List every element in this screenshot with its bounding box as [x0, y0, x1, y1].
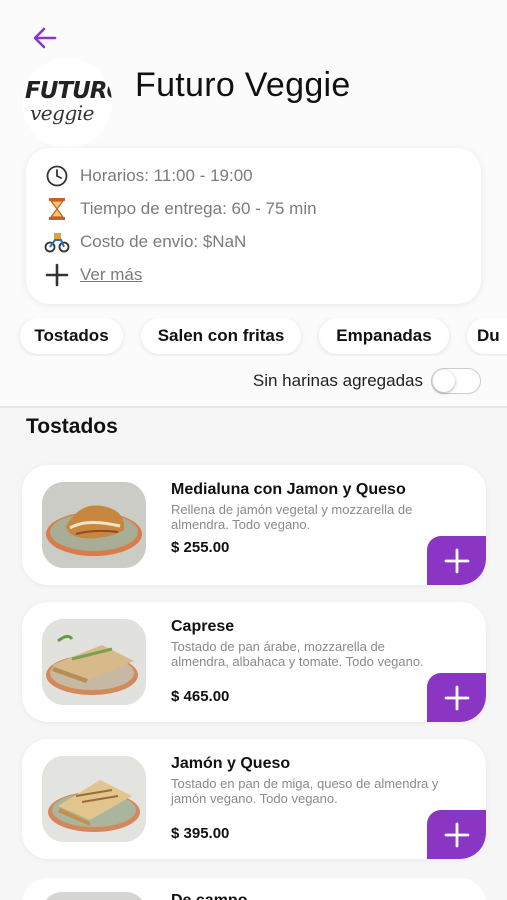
- product-description: Rellena de jamón vegetal y mozzarella de…: [171, 502, 413, 532]
- see-more-link[interactable]: Ver más: [80, 265, 142, 285]
- more-row[interactable]: Ver más: [44, 263, 142, 287]
- plus-icon: [444, 548, 469, 573]
- add-to-cart-button[interactable]: [427, 536, 486, 585]
- delivery-bike-icon: [44, 230, 70, 254]
- restaurant-logo: FUTURO veggie: [22, 58, 112, 148]
- category-chips: Tostados Salen con fritas Empanadas Du: [0, 318, 507, 356]
- chip-tostados[interactable]: Tostados: [20, 318, 123, 354]
- chip-empanadas[interactable]: Empanadas: [319, 318, 449, 354]
- filter-label: Sin harinas agregadas: [252, 371, 423, 390]
- back-button[interactable]: [30, 24, 60, 52]
- plus-icon: [444, 822, 469, 847]
- flour-filter: Sin harinas agregadas: [253, 368, 481, 394]
- product-name: Caprese: [171, 618, 235, 635]
- hours-row: Horarios: 11:00 - 19:00: [44, 164, 253, 188]
- product-price: $ 465.00: [171, 688, 230, 705]
- restaurant-name: Futuro Veggie: [135, 66, 351, 104]
- product-image: [42, 756, 146, 842]
- toggle-knob: [433, 370, 455, 392]
- section-title: Tostados: [26, 415, 118, 438]
- hours-text: Horarios: 11:00 - 19:00: [80, 166, 253, 185]
- product-image: [42, 619, 146, 705]
- product-image: [42, 892, 146, 900]
- filter-toggle[interactable]: [431, 368, 481, 394]
- product-image: [42, 482, 146, 568]
- logo-text-bottom: veggie: [30, 101, 94, 125]
- hourglass-icon: [44, 197, 70, 221]
- chip-du[interactable]: Du: [467, 318, 507, 354]
- product-card[interactable]: Jamón y Queso Tostado en pan de miga, qu…: [22, 739, 486, 859]
- divider: [0, 406, 507, 408]
- product-price: $ 255.00: [171, 539, 230, 556]
- chip-salen-con-fritas[interactable]: Salen con fritas: [141, 318, 301, 354]
- add-to-cart-button[interactable]: [427, 673, 486, 722]
- product-name: Jamón y Queso: [171, 755, 291, 772]
- product-card[interactable]: De campo: [22, 878, 486, 900]
- product-card[interactable]: Caprese Tostado de pan árabe, mozzarella…: [22, 602, 486, 722]
- product-card[interactable]: Medialuna con Jamon y Queso Rellena de j…: [22, 465, 486, 585]
- clock-icon: [44, 164, 70, 188]
- product-description: Tostado de pan árabe, mozzarella de alme…: [171, 639, 424, 669]
- delivery-time-text: Tiempo de entrega: 60 - 75 min: [80, 199, 317, 218]
- product-description: Tostado en pan de miga, queso de almendr…: [171, 776, 439, 806]
- plus-icon: [44, 263, 70, 287]
- back-arrow-icon: [33, 27, 57, 49]
- shipping-cost-text: Costo de envio: $NaN: [80, 232, 247, 251]
- product-price: $ 395.00: [171, 825, 230, 842]
- delivery-time-row: Tiempo de entrega: 60 - 75 min: [44, 197, 317, 221]
- product-name: De campo: [171, 892, 247, 900]
- add-to-cart-button[interactable]: [427, 810, 486, 859]
- shipping-cost-row: Costo de envio: $NaN: [44, 230, 246, 254]
- plus-icon: [444, 685, 469, 710]
- product-name: Medialuna con Jamon y Queso: [171, 481, 406, 498]
- info-card: Horarios: 11:00 - 19:00 Tiempo de entreg…: [26, 148, 481, 304]
